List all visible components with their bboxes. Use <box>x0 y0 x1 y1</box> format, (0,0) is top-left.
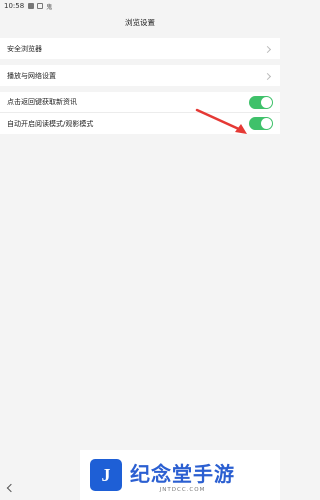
setting-label: 点击返回键获取新资讯 <box>7 98 77 106</box>
page-title-text: 浏览设置 <box>125 17 155 27</box>
watermark-title: 纪念堂手游 <box>130 461 235 486</box>
setting-label: 自动开启阅读模式/观影模式 <box>7 119 94 128</box>
setting-row-safe-browser[interactable]: 安全浏览器 <box>0 38 280 59</box>
settings-group-2: 播放与网络设置 <box>0 65 280 86</box>
setting-row-playback-network[interactable]: 播放与网络设置 <box>0 65 280 86</box>
back-icon[interactable] <box>6 484 14 492</box>
chevron-right-icon <box>263 71 273 81</box>
red-arrow-annotation <box>195 108 247 134</box>
toggle-knob <box>261 118 272 129</box>
chevron-right-icon <box>263 44 273 54</box>
watermark: J 纪念堂手游 JNTDCC.COM <box>80 450 280 500</box>
settings-group-1: 安全浏览器 <box>0 38 280 59</box>
page-title: 浏览设置 <box>0 12 280 32</box>
status-bar: 10:58 鬼 <box>0 0 280 12</box>
setting-label: 安全浏览器 <box>7 44 42 53</box>
toggle-knob <box>261 96 272 108</box>
status-time: 10:58 <box>4 2 25 10</box>
square-icon <box>37 3 44 9</box>
setting-label: 播放与网络设置 <box>7 71 56 80</box>
watermark-subtitle: JNTDCC.COM <box>159 486 206 493</box>
app-icon <box>28 3 35 9</box>
status-char: 鬼 <box>46 3 53 11</box>
watermark-logo: J <box>90 459 122 491</box>
back-refresh-toggle[interactable] <box>249 95 273 109</box>
